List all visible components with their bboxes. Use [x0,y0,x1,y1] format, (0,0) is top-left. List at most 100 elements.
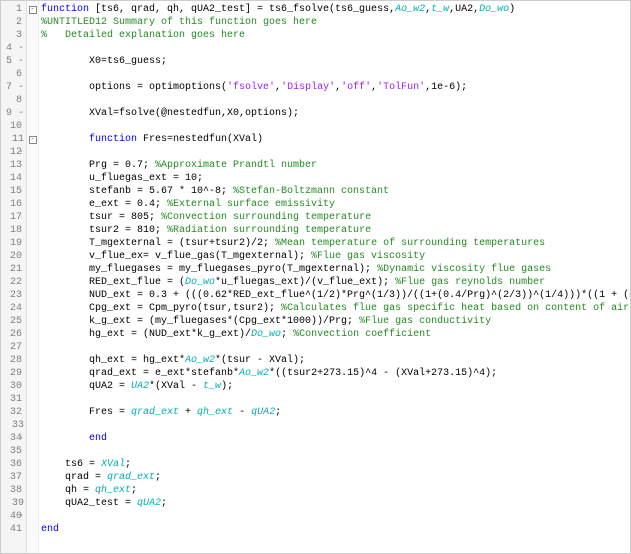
code-line[interactable]: qUA2 = UA2*(XVal - t_w); [39,380,630,393]
code-area[interactable]: function [ts6, qrad, qh, qUA2_test] = ts… [39,1,630,553]
fold-cell [27,120,38,133]
fold-cell [27,432,38,445]
code-token: %Convection surrounding temperature [161,212,371,223]
code-line[interactable]: my_fluegases = my_fluegases_pyro(T_mgext… [39,263,630,276]
fold-cell [27,289,38,302]
code-token: ; [125,459,131,470]
fold-cell [27,354,38,367]
code-line[interactable]: function Fres=nestedfun(XVal) [39,133,630,146]
fold-cell [27,42,38,55]
code-line[interactable] [39,419,630,432]
code-line[interactable]: options = optimoptions('fsolve','Display… [39,81,630,94]
code-token: ,UA2, [449,4,479,15]
fold-toggle-icon[interactable]: - [29,136,37,144]
code-line[interactable]: % Detailed explanation goes here [39,29,630,42]
code-token: qUA2_test = [41,498,137,509]
line-number: 21 [1,263,26,276]
code-token: Cpg_ext = Cpm_pyro(tsur,tsur2); [41,303,281,314]
code-line[interactable]: qh = qh_ext; [39,484,630,497]
code-token: % Detailed explanation goes here [41,30,245,41]
code-line[interactable]: stefanb = 5.67 * 10^-8; %Stefan-Boltzman… [39,185,630,198]
code-line[interactable]: v_flue_ex= v_flue_gas(T_mgexternal); %Fl… [39,250,630,263]
line-number: 32 [1,406,26,419]
code-line[interactable]: u_fluegas_ext = 10; [39,172,630,185]
code-line[interactable]: Prg = 0.7; %Approximate Prandtl number [39,159,630,172]
line-number: 10 [1,120,26,133]
line-number-gutter: 1234 -5 -67 -89 -1011 -12131415161718192… [1,1,27,553]
code-line[interactable] [39,146,630,159]
code-line[interactable]: Fres = qrad_ext + qh_ext - qUA2; [39,406,630,419]
fold-cell [27,16,38,29]
code-line[interactable] [39,68,630,81]
code-line[interactable]: T_mgexternal = (tsur+tsur2)/2; %Mean tem… [39,237,630,250]
code-line[interactable] [39,42,630,55]
fold-cell [27,159,38,172]
code-token: qUA2 [137,498,161,509]
code-token: my_fluegases = my_fluegases_pyro(T_mgext… [41,264,377,275]
line-number: 1 [1,3,26,16]
fold-cell [27,458,38,471]
code-line[interactable]: X0=ts6_guess; [39,55,630,68]
code-token: t_w [203,381,221,392]
line-number: 5 - [1,55,26,68]
code-line[interactable]: RED_ext_flue = (Do_wo*u_fluegas_ext)/(v_… [39,276,630,289]
code-line[interactable]: Cpg_ext = Cpm_pyro(tsur,tsur2); %Calcula… [39,302,630,315]
code-line[interactable]: XVal=fsolve(@nestedfun,X0,options); [39,107,630,120]
code-line[interactable] [39,341,630,354]
code-line[interactable] [39,94,630,107]
code-token: Ao_w2 [185,355,215,366]
code-line[interactable]: tsur = 805; %Convection surrounding temp… [39,211,630,224]
line-number: 41 [1,523,26,536]
code-line[interactable]: function [ts6, qrad, qh, qUA2_test] = ts… [39,3,630,16]
fold-cell [27,341,38,354]
code-token: Fres=nestedfun(XVal) [137,134,263,145]
code-line[interactable]: tsur2 = 810; %Radiation surrounding temp… [39,224,630,237]
code-line[interactable]: hg_ext = (NUD_ext*k_g_ext)/Do_wo; %Conve… [39,328,630,341]
code-line[interactable] [39,510,630,523]
code-line[interactable]: e_ext = 0.4; %External surface emissivit… [39,198,630,211]
code-token: *((tsur2+273.15)^4 - (XVal+273.15)^4); [269,368,497,379]
code-line[interactable]: qh_ext = hg_ext*Ao_w2*(tsur - XVal); [39,354,630,367]
fold-cell [27,406,38,419]
code-token: 'TolFun' [377,82,425,93]
code-token: qrad_ext = e_ext*stefanb* [41,368,239,379]
code-token: - [233,407,251,418]
fold-cell [27,510,38,523]
code-token: ; [281,329,293,340]
code-line[interactable]: ts6 = XVal; [39,458,630,471]
fold-toggle-icon[interactable]: - [29,6,37,14]
line-number: 29 [1,367,26,380]
line-number: 9 - [1,107,26,120]
line-number: 4 - [1,42,26,55]
code-token: X0=ts6_guess; [41,56,167,67]
code-token: ; [275,407,281,418]
code-token: qrad = [41,472,107,483]
code-line[interactable] [39,393,630,406]
fold-cell [27,198,38,211]
line-number: 6 [1,68,26,81]
code-line[interactable]: qrad_ext = e_ext*stefanb*Ao_w2*((tsur2+2… [39,367,630,380]
code-token: qUA2 [251,407,275,418]
code-editor[interactable]: 1234 -5 -67 -89 -1011 -12131415161718192… [0,0,631,554]
fold-cell [27,263,38,276]
line-number: 26 [1,328,26,341]
line-number: 37 [1,471,26,484]
code-token: qh_ext = hg_ext* [41,355,185,366]
code-line[interactable]: %UNTITLED12 Summary of this function goe… [39,16,630,29]
code-token: XVal=fsolve(@nestedfun,X0,options); [41,108,299,119]
line-number: 3 [1,29,26,42]
code-token: stefanb = 5.67 * 10^-8; [41,186,233,197]
fold-cell [27,315,38,328]
code-line[interactable]: NUD_ext = 0.3 + (((0.62*RED_ext_flue^(1/… [39,289,630,302]
code-line[interactable]: qUA2_test = qUA2; [39,497,630,510]
code-line[interactable]: end [39,432,630,445]
code-token: Fres = [41,407,131,418]
code-line[interactable] [39,445,630,458]
line-number: 36 [1,458,26,471]
code-line[interactable] [39,120,630,133]
line-number: 2 [1,16,26,29]
fold-cell [27,419,38,432]
code-line[interactable]: k_g_ext = (my_fluegases*(Cpg_ext*1000))/… [39,315,630,328]
code-line[interactable]: end [39,523,630,536]
code-line[interactable]: qrad = qrad_ext; [39,471,630,484]
